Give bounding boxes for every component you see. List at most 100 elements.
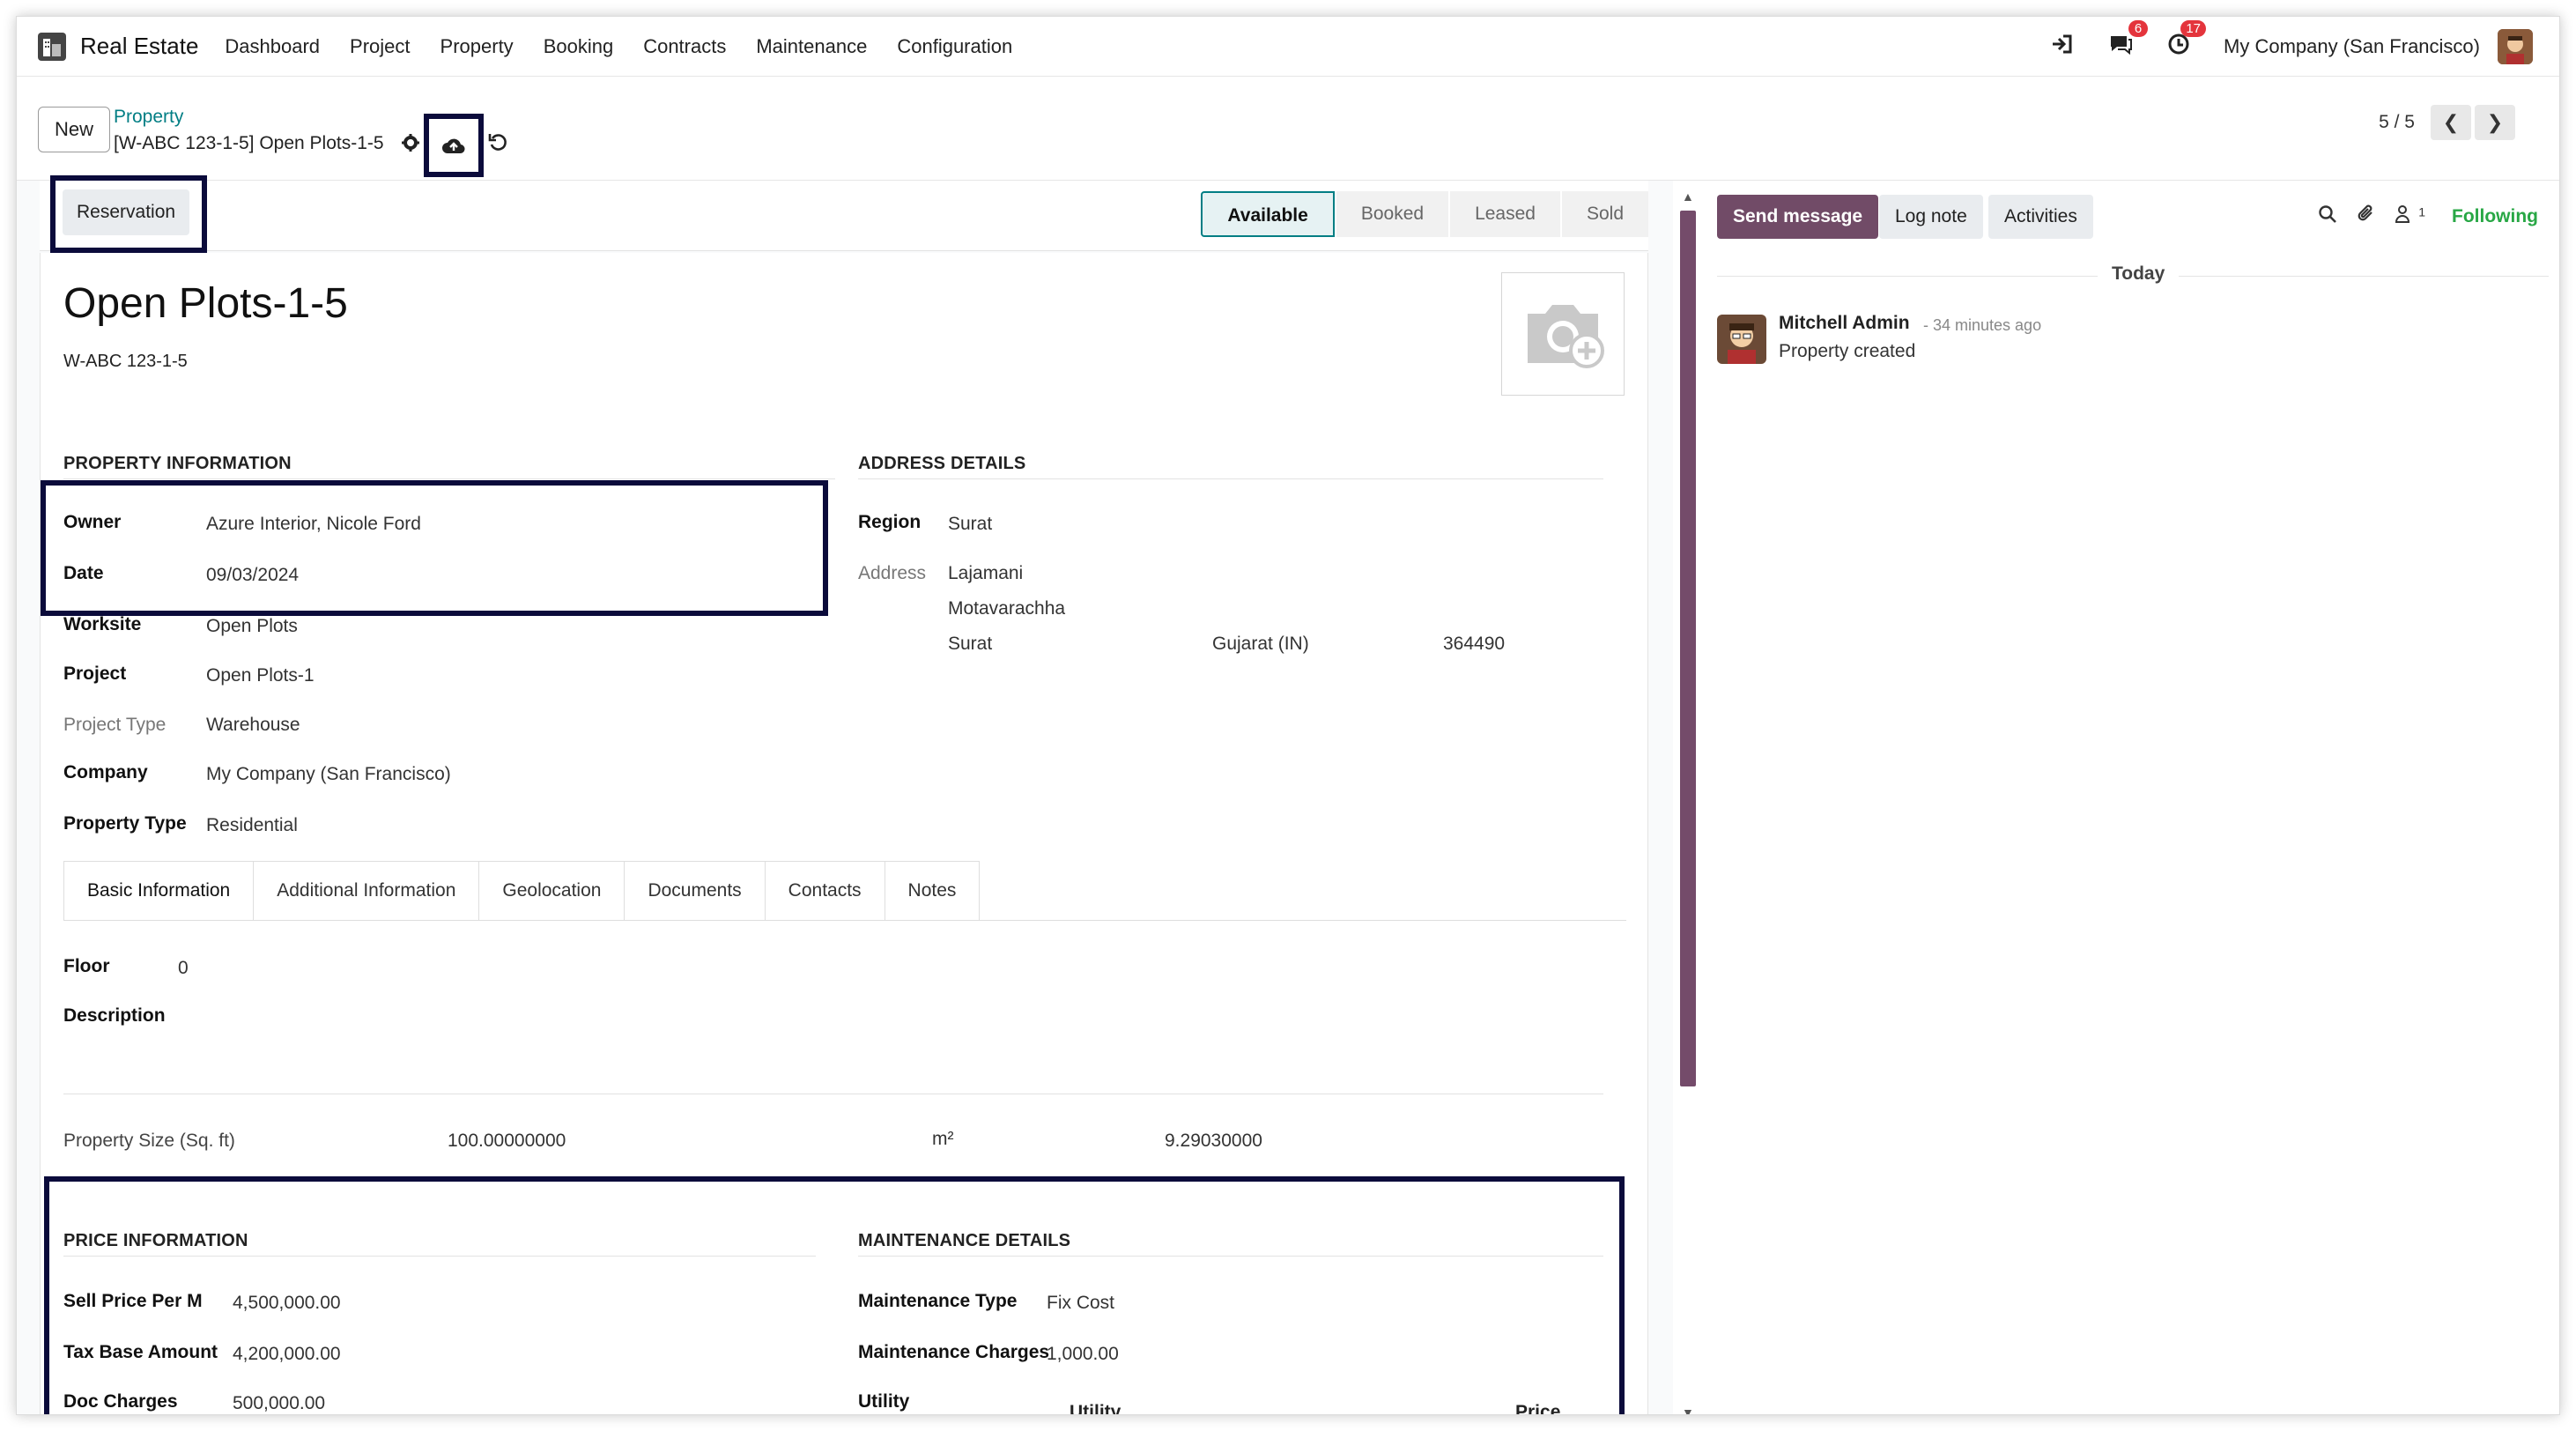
state-field[interactable]: Gujarat (IN)	[1212, 634, 1309, 655]
maintenance-type-label: Maintenance Type	[858, 1291, 1018, 1311]
doc-charges-label: Doc Charges	[63, 1391, 178, 1412]
menu-maintenance[interactable]: Maintenance	[756, 35, 867, 58]
tax-base-label: Tax Base Amount	[63, 1342, 218, 1362]
property-type-field[interactable]: Residential	[206, 815, 298, 836]
city-field[interactable]: Surat	[948, 634, 992, 655]
scroll-down-arrow-icon[interactable]: ▼	[1682, 1405, 1694, 1414]
property-size-label: Property Size (Sq. ft)	[63, 1131, 235, 1151]
new-button[interactable]: New	[38, 107, 111, 152]
floor-field[interactable]: 0	[178, 958, 189, 979]
sign-in-icon[interactable]	[2049, 33, 2076, 62]
form-statusbar: Reservation Available Booked Leased Sold	[40, 175, 1648, 253]
street-field[interactable]: Lajamani	[948, 563, 1023, 584]
log-note-button[interactable]: Log note	[1879, 195, 1983, 239]
price-column-header[interactable]: Price	[1515, 1402, 1560, 1414]
owner-field[interactable]: Azure Interior, Nicole Ford	[206, 514, 421, 535]
breadcrumb-parent[interactable]: Property	[114, 107, 183, 128]
pager-value[interactable]: 5 / 5	[2379, 112, 2415, 133]
pager-next-button[interactable]: ❯	[2475, 105, 2515, 140]
activities-clock-icon[interactable]: 17	[2165, 19, 2207, 62]
property-size-field[interactable]: 100.00000000	[448, 1131, 566, 1152]
address-label: Address	[858, 563, 927, 583]
message-author-avatar[interactable]	[1717, 315, 1766, 364]
scroll-up-arrow-icon[interactable]: ▲	[1682, 189, 1694, 204]
record-reference[interactable]: W-ABC 123-1-5	[63, 352, 188, 372]
reservation-button[interactable]: Reservation	[63, 189, 190, 235]
save-cloud-button[interactable]	[424, 114, 484, 177]
tab-contacts[interactable]: Contacts	[765, 861, 885, 921]
scrollbar-thumb[interactable]	[1680, 211, 1696, 1086]
project-type-label: Project Type	[63, 715, 167, 735]
tab-additional-information[interactable]: Additional Information	[254, 861, 480, 921]
date-field[interactable]: 09/03/2024	[206, 565, 299, 586]
search-icon[interactable]	[2318, 204, 2337, 229]
utility-column-header[interactable]: Utility	[1070, 1402, 1121, 1414]
maintenance-type-field[interactable]: Fix Cost	[1047, 1293, 1114, 1314]
page: Real Estate Dashboard Project Property B…	[0, 0, 2576, 1431]
message-author[interactable]: Mitchell Admin	[1779, 313, 1910, 334]
message-timestamp: - 34 minutes ago	[1923, 316, 2042, 334]
camera-add-icon	[1528, 305, 1604, 368]
floor-label: Floor	[63, 956, 110, 976]
message-body: Property created	[1779, 341, 1916, 361]
doc-charges-field[interactable]: 500,000.00	[233, 1393, 325, 1414]
navbar-systray: 6 17 My Company (San Francisco)	[2017, 17, 2533, 77]
control-panel: New Property [W-ABC 123-1-5] Open Plots-…	[17, 77, 2559, 181]
user-avatar[interactable]	[2498, 29, 2533, 64]
stage-available[interactable]: Available	[1201, 191, 1335, 237]
menu-project[interactable]: Project	[350, 35, 410, 58]
status-stages: Available Booked Leased Sold	[1199, 191, 1648, 237]
menu-configuration[interactable]: Configuration	[897, 35, 1012, 58]
tabs-divider	[63, 920, 1626, 921]
owner-date-highlight	[41, 480, 828, 616]
paperclip-icon[interactable]	[2357, 204, 2376, 230]
chevron-right-icon: ❯	[2486, 111, 2504, 133]
pager-previous-button[interactable]: ❮	[2431, 105, 2471, 140]
activities-badge: 17	[2180, 19, 2207, 37]
menu-contracts[interactable]: Contracts	[643, 35, 726, 58]
stage-sold[interactable]: Sold	[1561, 191, 1648, 237]
company-field[interactable]: My Company (San Francisco)	[206, 764, 451, 785]
unit-label: m²	[932, 1129, 954, 1149]
owner-label: Owner	[63, 512, 122, 532]
street2-field[interactable]: Motavarachha	[948, 598, 1065, 619]
project-type-field: Warehouse	[206, 715, 300, 735]
record-title[interactable]: Open Plots-1-5	[63, 279, 348, 328]
region-field[interactable]: Surat	[948, 514, 992, 535]
form-sheet: Open Plots-1-5 W-ABC 123-1-5 PROPERTY IN…	[40, 253, 1648, 1414]
top-navbar: Real Estate Dashboard Project Property B…	[17, 17, 2559, 77]
maintenance-charges-field[interactable]: 1,000.00	[1047, 1344, 1119, 1365]
sell-price-field[interactable]: 4,500,000.00	[233, 1293, 341, 1314]
chevron-left-icon: ❮	[2442, 111, 2460, 133]
gear-icon[interactable]	[401, 133, 420, 158]
messages-icon[interactable]: 6	[2107, 19, 2149, 62]
worksite-field[interactable]: Open Plots	[206, 616, 298, 637]
app-name[interactable]: Real Estate	[80, 33, 198, 60]
menu-dashboard[interactable]: Dashboard	[225, 35, 320, 58]
tab-geolocation[interactable]: Geolocation	[479, 861, 625, 921]
stage-leased[interactable]: Leased	[1450, 191, 1560, 237]
zip-field[interactable]: 364490	[1443, 634, 1505, 655]
company-switcher[interactable]: My Company (San Francisco)	[2224, 35, 2480, 58]
project-field[interactable]: Open Plots-1	[206, 665, 315, 686]
followers-icon[interactable]: 1	[2395, 204, 2425, 229]
stage-booked[interactable]: Booked	[1336, 191, 1449, 237]
property-image-field[interactable]	[1501, 272, 1625, 396]
activities-button[interactable]: Activities	[1988, 195, 2093, 239]
following-button[interactable]: Following	[2452, 206, 2538, 227]
section-divider	[63, 1256, 816, 1257]
send-message-button[interactable]: Send message	[1717, 195, 1879, 239]
property-size-m2-field[interactable]: 9.29030000	[1165, 1131, 1262, 1152]
tab-basic-information[interactable]: Basic Information	[63, 861, 255, 921]
real-estate-logo-icon[interactable]	[36, 31, 68, 63]
tab-notes[interactable]: Notes	[885, 861, 981, 921]
menu-property[interactable]: Property	[440, 35, 514, 58]
tab-documents[interactable]: Documents	[625, 861, 766, 921]
price-information-heading: PRICE INFORMATION	[63, 1231, 248, 1250]
discard-undo-icon[interactable]	[487, 131, 508, 159]
app-window: Real Estate Dashboard Project Property B…	[16, 16, 2560, 1415]
tax-base-field[interactable]: 4,200,000.00	[233, 1344, 341, 1365]
reservation-highlight: Reservation	[50, 175, 207, 253]
form-scrollbar[interactable]: ▲ ▼	[1680, 189, 1696, 1414]
menu-booking[interactable]: Booking	[544, 35, 614, 58]
